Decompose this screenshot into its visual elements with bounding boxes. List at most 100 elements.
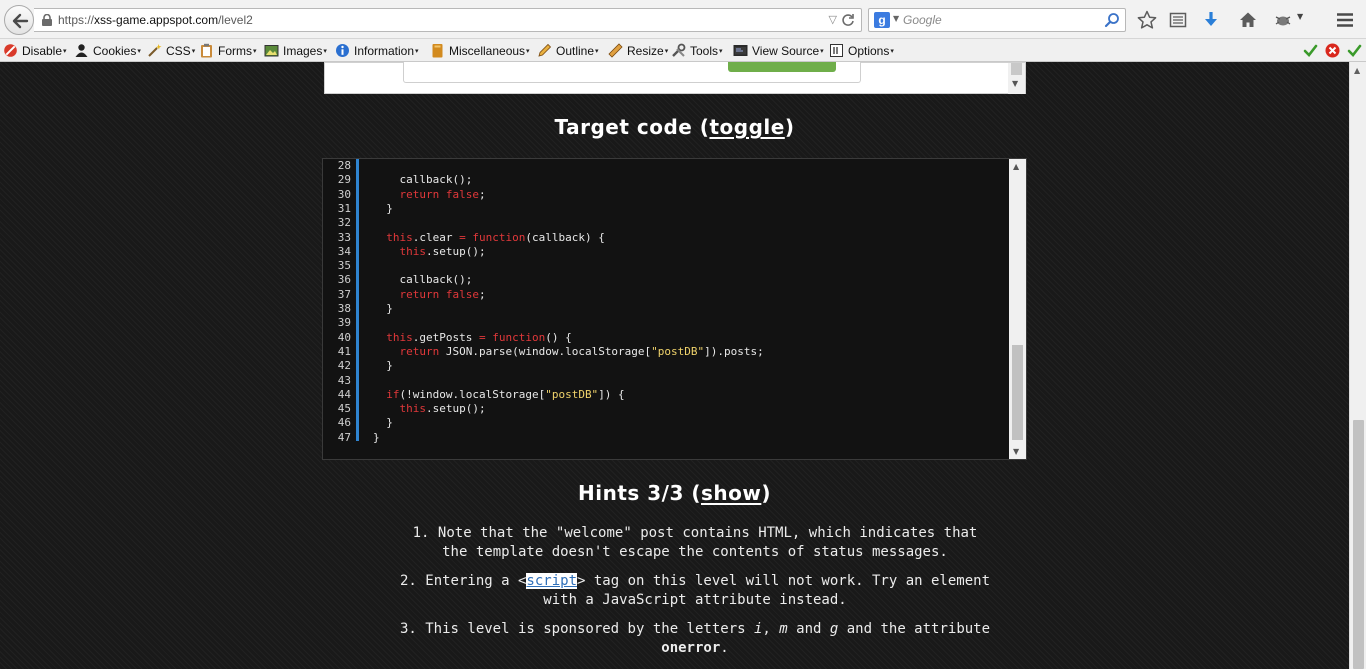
menu-label: Tools [690, 43, 719, 58]
frame-scroll-thumb[interactable] [1011, 63, 1022, 75]
firebug-dropdown-icon[interactable]: ▼ [1297, 12, 1303, 21]
code-keyword: = [478, 330, 486, 344]
javascript-error-icon[interactable] [1325, 43, 1340, 58]
code-keyword: this [386, 330, 413, 344]
selected-text: script [526, 573, 577, 589]
heading-text: ) [784, 115, 795, 139]
menu-forms[interactable]: Forms ▾ [199, 42, 257, 59]
lock-icon [42, 14, 52, 26]
code-line: this.clear = function(callback) { [373, 231, 605, 244]
tools-wrench-icon [671, 43, 686, 58]
miscellaneous-book-icon [430, 43, 445, 58]
menu-disable[interactable]: Disable ▾ [3, 42, 67, 59]
scroll-up-arrow-icon[interactable]: ▲ [1013, 162, 1019, 171]
menu-information[interactable]: Information ▾ [335, 42, 419, 59]
menu-view-source[interactable]: View Source ▾ [733, 42, 824, 59]
gutter-accent-bar [356, 159, 359, 441]
menu-miscellaneous[interactable]: Miscellaneous ▾ [430, 42, 530, 59]
history-dropdown-icon[interactable]: ▽ [829, 13, 837, 26]
url-text[interactable]: https://xss-game.appspot.com/level2 [58, 13, 253, 27]
download-icon[interactable] [1200, 9, 1222, 31]
cookies-icon [74, 43, 89, 58]
heading-text: Hints 3/3 ( [578, 481, 701, 505]
hint-fragment: 2. Entering a < [399, 573, 527, 589]
options-icon [829, 43, 844, 58]
css-ok-check-icon[interactable] [1303, 43, 1318, 58]
render-mode-check-icon[interactable] [1347, 43, 1362, 58]
scroll-down-arrow-icon[interactable]: ▼ [1013, 447, 1019, 456]
code-line: callback(); [373, 173, 472, 186]
code-keyword: return false [399, 187, 479, 201]
code-scrollbar[interactable]: ▲ ▼ [1009, 159, 1026, 459]
bookmarks-menu-icon[interactable] [1167, 9, 1189, 31]
code-token: ]).posts; [704, 344, 764, 358]
menu-label: Disable [22, 43, 63, 58]
back-button[interactable] [4, 5, 34, 35]
code-token: } [373, 430, 380, 444]
firebug-icon[interactable] [1272, 9, 1294, 31]
menu-label: Information [354, 43, 415, 58]
code-line: } [373, 302, 393, 315]
hint-item: 2. Entering a <script> tag on this level… [350, 572, 1040, 610]
show-hints-link[interactable]: show [701, 481, 761, 505]
engine-dropdown-icon[interactable]: ▼ [893, 14, 899, 23]
code-viewer[interactable]: 28 29 callback(); 30 return false; 31 } 32 33… [322, 158, 1027, 460]
search-bar[interactable]: g ▼ Google [868, 8, 1126, 32]
page-content: ▼ Target code (toggle) 28 29 callback(); 3… [0, 62, 1349, 669]
scroll-down-arrow-icon[interactable]: ▼ [1012, 79, 1018, 88]
menu-resize[interactable]: Resize ▾ [608, 42, 668, 59]
menu-cookies[interactable]: Cookies ▾ [74, 42, 141, 59]
menu-label: Cookies [93, 43, 137, 58]
images-icon [264, 43, 279, 58]
menu-label: Miscellaneous [449, 43, 526, 58]
toggle-link[interactable]: toggle [709, 115, 784, 139]
line-number: 37 [337, 287, 351, 301]
home-icon[interactable] [1237, 9, 1259, 31]
code-token: callback(); [373, 173, 473, 187]
menu-options[interactable]: Options ▾ [829, 42, 894, 59]
code-token: ; [478, 187, 486, 201]
line-number: 31 [337, 201, 351, 215]
bookmark-star-icon[interactable] [1136, 9, 1158, 31]
frame-scrollbar[interactable]: ▼ [1008, 63, 1025, 94]
code-token: (callback) { [525, 230, 605, 244]
web-developer-toolbar: Disable ▾ Cookies ▾ CSS ▾ Forms ▾ Images ▾ In… [0, 39, 1366, 62]
menu-icon[interactable] [1334, 9, 1356, 31]
share-status-button[interactable] [728, 62, 836, 72]
menu-images[interactable]: Images ▾ [264, 42, 327, 59]
page-scroll-thumb[interactable] [1353, 420, 1364, 669]
menu-tools[interactable]: Tools ▾ [671, 42, 723, 59]
code-string: "postDB" [545, 387, 599, 401]
google-engine-icon[interactable]: g [874, 12, 890, 28]
page-scrollbar[interactable]: ▲ [1349, 62, 1366, 669]
code-keyword: return false [399, 287, 479, 301]
hints-heading: Hints 3/3 (show) [0, 481, 1349, 505]
search-icon[interactable] [1104, 12, 1120, 28]
menu-outline[interactable]: Outline ▾ [537, 42, 599, 59]
scroll-up-arrow-icon[interactable]: ▲ [1354, 66, 1360, 75]
url-bar[interactable]: https://xss-game.appspot.com/level2 ▽ [34, 8, 862, 32]
menu-label: Outline [556, 43, 595, 58]
code-scroll-thumb[interactable] [1012, 345, 1023, 440]
code-token: .setup(); [426, 402, 486, 416]
hint-fragment: > tag on this level will not work. Try a… [577, 573, 991, 589]
hint-text: 2. Entering a <script> tag on this level… [350, 572, 1040, 591]
code-line: } [373, 431, 380, 444]
hint-fragment: and [787, 621, 830, 637]
menu-css[interactable]: CSS ▾ [147, 42, 195, 59]
line-number: 32 [337, 216, 351, 230]
code-token: JSON.parse(window.localStorage[ [439, 344, 652, 358]
line-number: 30 [337, 187, 351, 201]
target-code-heading: Target code (toggle) [0, 115, 1349, 139]
line-number: 28 [337, 159, 351, 172]
line-number: 47 [337, 430, 351, 444]
code-token: .getPosts [412, 330, 479, 344]
line-number: 38 [337, 302, 351, 315]
hint-letter: m [779, 621, 788, 637]
code-keyword: if [386, 387, 400, 401]
code-line: return false; [373, 288, 486, 301]
line-number: 42 [337, 359, 351, 373]
reload-icon[interactable] [841, 13, 855, 27]
